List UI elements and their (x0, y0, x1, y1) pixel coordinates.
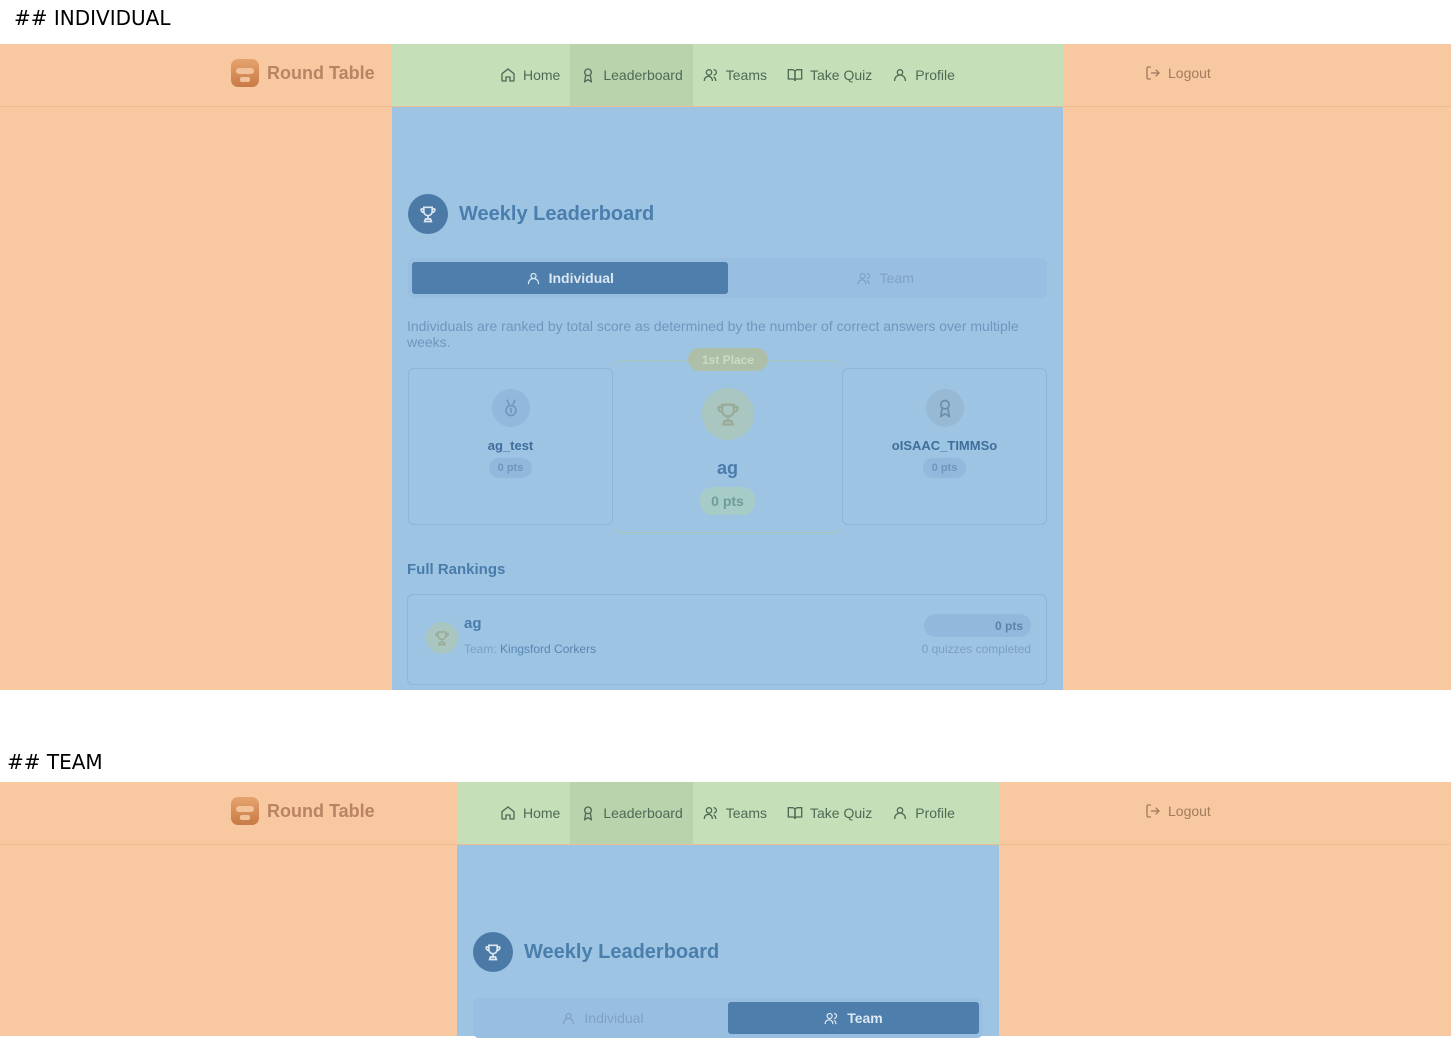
tab-individual-label: Individual (584, 1010, 644, 1026)
main-nav: Home Leaderboard Teams Take Quiz Profile (490, 44, 965, 106)
nav-teams[interactable]: Teams (693, 782, 777, 844)
ranking-description: Individuals are ranked by total score as… (407, 318, 1019, 350)
podium-third-points: 0 pts (922, 458, 967, 478)
leaderboard-content: Weekly Leaderboard Individual Team Indiv… (392, 106, 1063, 690)
podium-first: 1st Place ag 0 pts (615, 348, 840, 533)
home-icon (501, 68, 515, 82)
nav-home-label: Home (523, 67, 561, 83)
award-icon (939, 399, 950, 418)
medal-icon (504, 399, 517, 417)
brand-name: Round Table (267, 62, 375, 83)
users-icon (857, 272, 870, 284)
leaderboard-content: Weekly Leaderboard Individual Team (457, 844, 999, 1038)
award-icon (584, 68, 593, 83)
ranking-row-team-prefix: Team: (464, 642, 497, 656)
nav-home-label: Home (523, 805, 561, 821)
rank-trophy-wrap (426, 622, 458, 654)
podium-second-name: ag_test (487, 438, 534, 453)
team-screenshot: Round Table Home Leaderboard Teams Take … (0, 782, 1451, 1038)
individual-screenshot: Round Table Home Leaderboard Teams Take … (0, 44, 1451, 690)
page-title: Weekly Leaderboard (459, 202, 655, 225)
award-icon-wrap (925, 389, 964, 427)
ranking-row-name: ag (464, 615, 482, 632)
podium-first-name: ag (716, 458, 738, 478)
page-title: Weekly Leaderboard (524, 940, 720, 963)
title-row: Weekly Leaderboard (473, 932, 719, 972)
podium-second-points: 0 pts (488, 458, 533, 478)
nav-teams-label: Teams (725, 805, 767, 821)
round-table-logo-icon (231, 59, 259, 87)
user-icon (563, 1012, 575, 1024)
nav-leaderboard[interactable]: Leaderboard (570, 782, 693, 844)
podium-third: oISAAC_TIMMSo 0 pts (842, 368, 1047, 525)
book-icon (787, 807, 803, 820)
nav-home[interactable]: Home (490, 782, 570, 844)
ranking-row-team: Team: Kingsford Corkers (464, 642, 596, 656)
logout-label: Logout (1168, 803, 1211, 819)
home-icon (501, 806, 515, 820)
section-heading-individual: ## INDIVIDUAL (14, 6, 171, 30)
nav-take-quiz[interactable]: Take Quiz (777, 44, 882, 106)
section-heading-team: ## TEAM (7, 750, 103, 774)
tab-team-label: Team (879, 270, 914, 286)
tab-individual[interactable]: Individual (477, 1002, 728, 1034)
nav-leaderboard-label: Leaderboard (603, 67, 683, 83)
medal-icon-wrap (491, 389, 530, 427)
trophy-icon (435, 631, 449, 646)
round-table-logo-icon (231, 797, 259, 825)
logout-icon (1146, 66, 1160, 80)
nav-home[interactable]: Home (490, 44, 570, 106)
trophy-icon-wrap (701, 388, 754, 440)
leaderboard-tabs: Individual Team (473, 998, 983, 1038)
logout-label: Logout (1168, 65, 1211, 81)
trophy-icon (420, 206, 436, 223)
users-icon (703, 69, 717, 81)
tab-team[interactable]: Team (728, 262, 1044, 294)
first-place-badge: 1st Place (688, 348, 768, 371)
brand-name: Round Table (267, 800, 375, 821)
full-rankings-heading: Full Rankings (407, 561, 506, 578)
trophy-icon (716, 403, 739, 426)
award-icon (584, 806, 593, 821)
nav-profile[interactable]: Profile (882, 44, 965, 106)
logout-button[interactable]: Logout (1145, 65, 1211, 81)
tab-team[interactable]: Team (728, 1002, 979, 1034)
nav-profile-label: Profile (915, 67, 955, 83)
tab-individual[interactable]: Individual (412, 262, 728, 294)
logout-icon (1146, 804, 1160, 818)
brand-logo[interactable]: Round Table (231, 797, 375, 825)
book-icon (787, 69, 803, 82)
trophy-badge (473, 932, 513, 972)
title-row: Weekly Leaderboard (408, 194, 654, 234)
ranking-row-points: 0 pts (924, 614, 1031, 637)
nav-teams[interactable]: Teams (693, 44, 777, 106)
nav-profile-label: Profile (915, 805, 955, 821)
user-icon (894, 69, 907, 81)
podium-third-name: oISAAC_TIMMSo (891, 438, 998, 453)
ranking-row[interactable]: ag Team: Kingsford Corkers 0 pts 0 quizz… (407, 594, 1047, 685)
user-icon (894, 807, 907, 819)
brand-logo[interactable]: Round Table (231, 59, 375, 87)
user-icon (527, 272, 539, 284)
tab-team-label: Team (847, 1010, 883, 1026)
trophy-badge (408, 194, 448, 234)
main-nav: Home Leaderboard Teams Take Quiz Profile (490, 782, 965, 844)
nav-take-quiz-label: Take Quiz (810, 67, 873, 83)
nav-leaderboard-label: Leaderboard (603, 805, 683, 821)
nav-take-quiz[interactable]: Take Quiz (777, 782, 882, 844)
nav-teams-label: Teams (725, 67, 767, 83)
logout-button[interactable]: Logout (1145, 803, 1211, 819)
podium-first-points: 0 pts (700, 487, 755, 515)
nav-leaderboard[interactable]: Leaderboard (570, 44, 693, 106)
podium-second: ag_test 0 pts (408, 368, 613, 525)
ranking-row-team-link[interactable]: Kingsford Corkers (500, 642, 596, 656)
users-icon (703, 807, 717, 819)
leaderboard-tabs: Individual Team (408, 258, 1047, 298)
nav-take-quiz-label: Take Quiz (810, 805, 873, 821)
ranking-row-quizzes: 0 quizzes completed (921, 642, 1031, 656)
nav-profile[interactable]: Profile (882, 782, 965, 844)
trophy-icon (485, 944, 501, 961)
tab-individual-label: Individual (548, 270, 614, 286)
users-icon (824, 1012, 838, 1024)
